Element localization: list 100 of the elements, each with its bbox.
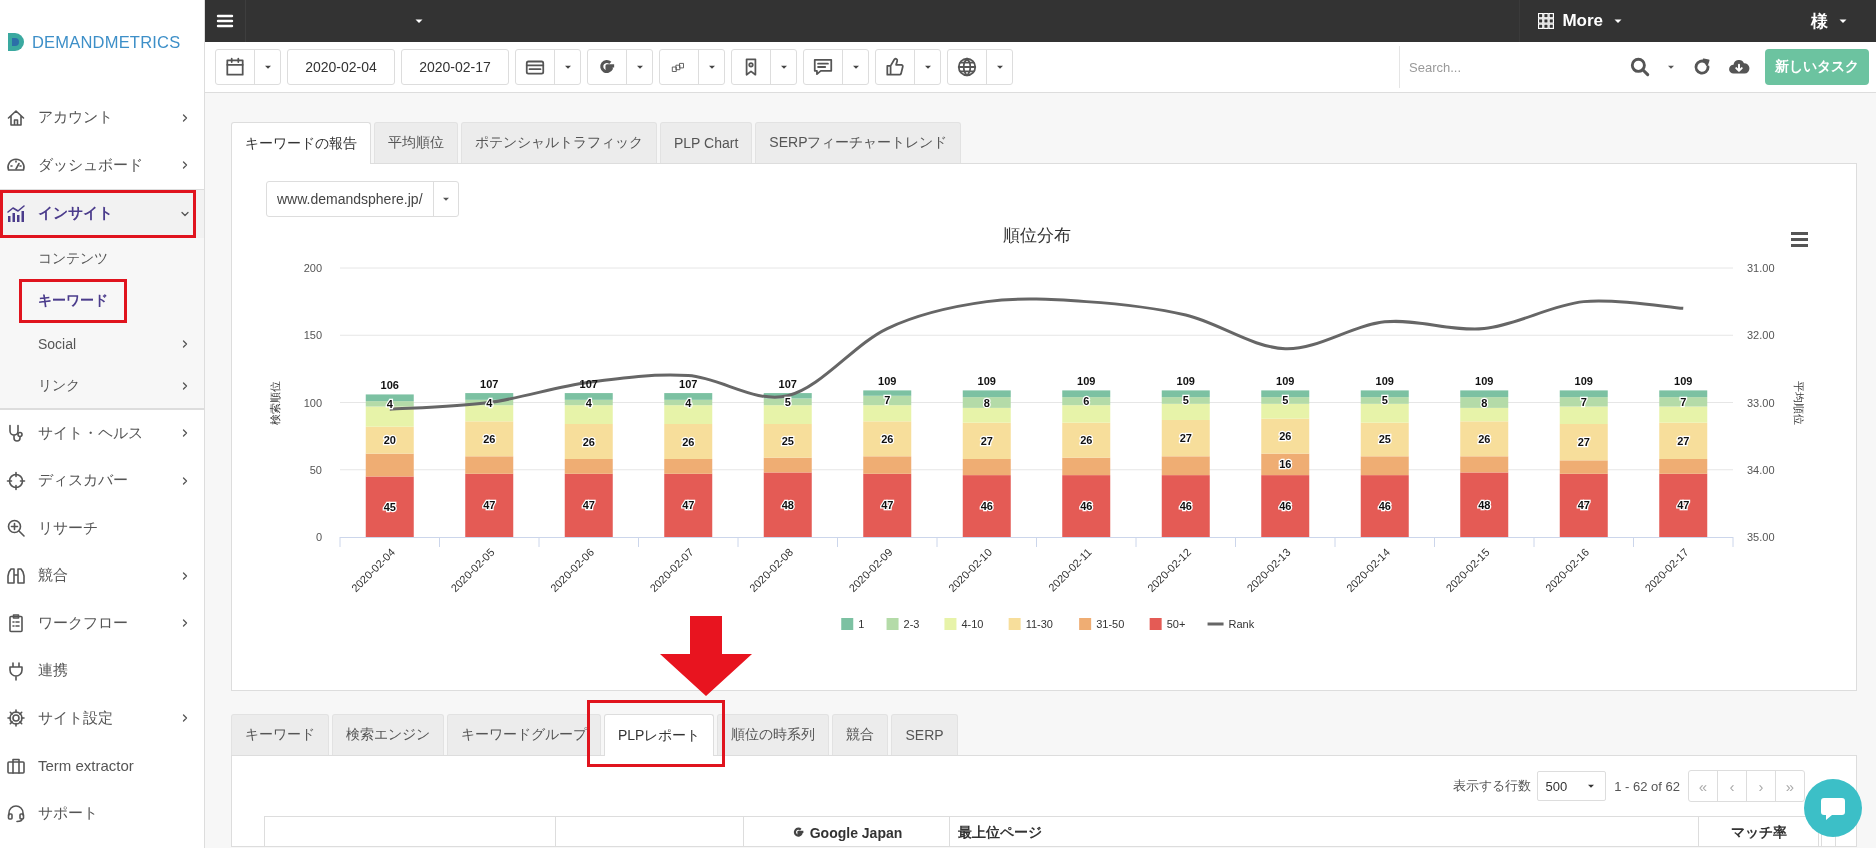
legend-label: Rank	[1228, 618, 1255, 630]
stack-total-label: 106	[380, 379, 399, 392]
sidebar-item[interactable]: ダッシュボード	[0, 141, 204, 189]
sidebar-item[interactable]: 競合	[0, 552, 204, 600]
tab[interactable]: キーワードグループ	[447, 714, 601, 755]
data-label: 47	[1577, 499, 1590, 512]
axis-title: 平均順位	[1793, 380, 1805, 425]
data-label: 26	[1080, 434, 1093, 447]
end-date-field[interactable]: 2020-02-17	[401, 49, 509, 85]
data-label: 48	[1478, 498, 1491, 511]
tab[interactable]: キーワード	[231, 714, 329, 755]
legend-item[interactable]: 11-30	[1008, 618, 1053, 630]
data-label: 26	[483, 432, 496, 445]
search-icon[interactable]	[1629, 56, 1651, 78]
menu-icon[interactable]	[1791, 232, 1808, 247]
sidebar-item[interactable]: ワークフロー	[0, 599, 204, 647]
data-label: 7	[884, 394, 891, 407]
data-label: 20	[383, 434, 396, 447]
sidebar-item[interactable]: 連携	[0, 647, 204, 695]
data-label: 47	[1677, 499, 1690, 512]
data-label: 47	[682, 499, 695, 512]
start-date-field[interactable]: 2020-02-04	[287, 49, 395, 85]
rows-per-page-label: 表示する行数	[1452, 777, 1531, 795]
rows-per-page-select[interactable]: 500	[1536, 771, 1607, 801]
column-header: 最上位ページ	[958, 823, 1042, 842]
data-label: 26	[881, 432, 894, 445]
data-label: 46	[1080, 500, 1093, 513]
bar-chart-icon	[6, 203, 26, 224]
legend-label: 50+	[1166, 618, 1186, 630]
data-label: 25	[781, 434, 794, 447]
stethoscope-icon	[6, 423, 26, 444]
tab[interactable]: SERPフィーチャートレンド	[755, 122, 962, 163]
sidebar-item[interactable]: ディスカバー	[0, 457, 204, 505]
binoculars-icon	[6, 565, 26, 586]
globe-icon	[956, 56, 978, 78]
sidebar-subitem[interactable]: リンク	[38, 377, 80, 394]
sidebar-item[interactable]: サイト・ヘルス	[0, 408, 204, 457]
axis-tick-label: 150	[303, 329, 322, 342]
sidebar-item[interactable]: リサーチ	[0, 504, 204, 552]
comment-icon	[812, 56, 834, 78]
tab[interactable]: キーワードの報告	[231, 122, 371, 164]
data-label: 16	[1279, 458, 1292, 471]
sidebar-item[interactable]: アカウント	[0, 94, 204, 142]
chart-title: 順位分布	[1002, 226, 1071, 245]
stack-total-label: 107	[480, 378, 499, 391]
stack-total-label: 107	[679, 378, 698, 391]
stack-total-label: 109	[878, 375, 897, 388]
data-label: 47	[483, 499, 496, 512]
calendar-icon	[224, 56, 246, 78]
tab[interactable]: 順位の時系列	[717, 714, 830, 755]
stack-total-label: 109	[1176, 375, 1195, 388]
data-label: 4	[685, 396, 692, 409]
tab[interactable]: ポテンシャルトラフィック	[461, 122, 657, 163]
sidebar-item[interactable]: インサイト	[0, 189, 204, 238]
sidebar-subitem[interactable]: コンテンツ	[38, 249, 108, 266]
sidebar-subitem[interactable]: Social	[38, 335, 77, 352]
stack-total-label: 109	[1375, 375, 1394, 388]
legend-item[interactable]: Rank	[1207, 618, 1255, 630]
tab[interactable]: 平均順位	[374, 122, 458, 163]
data-label: 5	[1381, 394, 1388, 407]
legend-item[interactable]: 2-3	[886, 618, 920, 630]
plug-icon	[6, 660, 26, 681]
data-label: 26	[1279, 430, 1292, 443]
data-label: 47	[881, 499, 894, 512]
data-label: 46	[1179, 500, 1192, 513]
data-label: 27	[1677, 434, 1690, 447]
sidebar-subitem[interactable]: キーワード	[38, 292, 108, 309]
headset-icon	[6, 803, 26, 824]
clipboard-icon	[6, 613, 26, 634]
legend-label: 1	[858, 618, 865, 630]
stack-total-label: 107	[778, 378, 797, 391]
stack-total-label: 109	[1276, 375, 1295, 388]
axis-title: 検索順位	[269, 380, 281, 425]
data-label: 48	[781, 498, 794, 511]
menu-icon[interactable]	[216, 12, 234, 30]
user-menu[interactable]: 様	[1795, 0, 1876, 42]
sidebar-item[interactable]: サイト設定	[0, 694, 204, 742]
axis-tick-label: 33.00	[1747, 396, 1775, 409]
legend-item[interactable]: 50+	[1149, 618, 1186, 630]
tab[interactable]: PLPレポート	[604, 714, 715, 756]
data-label: 4	[386, 397, 393, 410]
tab[interactable]: SERP	[891, 714, 958, 755]
thumbs-up-icon	[884, 56, 906, 78]
tab[interactable]: 競合	[832, 714, 889, 755]
legend-item[interactable]: 31-50	[1079, 618, 1125, 630]
column-header: マッチ率	[1730, 823, 1787, 842]
tab[interactable]: PLP Chart	[660, 122, 753, 163]
stack-total-label: 109	[1574, 375, 1593, 388]
data-label: 6	[1083, 395, 1090, 408]
crosshair-icon	[6, 470, 26, 491]
site-select[interactable]: www.demandsphere.jp/	[266, 181, 459, 217]
column-header: Google Japan	[809, 824, 903, 841]
axis-tick-label: 200	[303, 262, 322, 274]
sidebar-item[interactable]: Term extractor	[0, 742, 204, 790]
settings-icon	[6, 708, 26, 729]
stack-total-label: 109	[977, 375, 996, 388]
tab[interactable]: 検索エンジン	[332, 714, 444, 755]
legend-item[interactable]: 4-10	[944, 618, 984, 630]
sidebar-item[interactable]: サポート	[0, 789, 204, 837]
legend-label: 11-30	[1025, 618, 1053, 630]
